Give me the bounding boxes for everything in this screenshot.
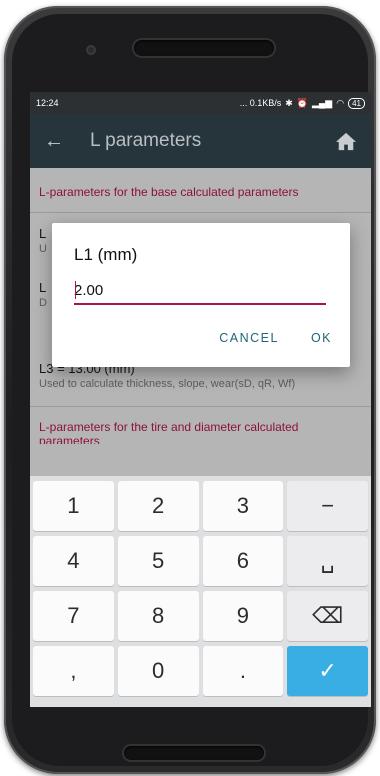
key-backspace[interactable]: ⌫ xyxy=(287,591,368,641)
dialog-actions: CANCEL OK xyxy=(219,331,332,345)
numeric-keyboard: 1 2 3 − 4 5 6 ␣ 7 8 9 ⌫ , 0 . ✓ xyxy=(30,476,371,707)
key-0[interactable]: 0 xyxy=(117,646,199,696)
key-5[interactable]: 5 xyxy=(117,536,199,586)
divider xyxy=(30,406,371,407)
key-comma[interactable]: , xyxy=(33,646,114,696)
arrow-back-icon[interactable]: ← xyxy=(44,130,84,153)
front-camera xyxy=(86,45,96,55)
bottom-speaker xyxy=(124,746,264,760)
key-4[interactable]: 4 xyxy=(33,536,114,586)
ok-button[interactable]: OK xyxy=(311,331,332,345)
bluetooth-icon: ✱ xyxy=(285,97,293,108)
home-icon[interactable] xyxy=(335,131,357,151)
key-1[interactable]: 1 xyxy=(33,481,114,531)
signal-icon: ▂▄▆ xyxy=(312,97,333,108)
text-cursor xyxy=(75,281,76,299)
key-minus[interactable]: − xyxy=(287,481,368,531)
key-period[interactable]: . xyxy=(202,646,284,696)
key-space[interactable]: ␣ xyxy=(287,536,368,586)
status-icons: ... 0.1KB/s ✱ ⏰ ▂▄▆ ◠ 41 xyxy=(239,97,365,109)
network-speed: ... 0.1KB/s xyxy=(239,98,282,108)
status-time: 12:24 xyxy=(36,98,59,108)
earpiece-speaker xyxy=(134,40,274,56)
page-title: L parameters xyxy=(90,130,202,151)
edit-dialog: L1 (mm) CANCEL OK xyxy=(52,223,350,367)
key-6[interactable]: 6 xyxy=(202,536,284,586)
key-7[interactable]: 7 xyxy=(33,591,114,641)
section-header-tire: L-parameters for the tire and diameter c… xyxy=(39,420,299,444)
phone-frame: 12:24 ... 0.1KB/s ✱ ⏰ ▂▄▆ ◠ 41 ← L param… xyxy=(4,6,376,774)
key-3[interactable]: 3 xyxy=(202,481,284,531)
key-2[interactable]: 2 xyxy=(117,481,199,531)
app-bar: ← L parameters xyxy=(30,114,371,168)
alarm-icon: ⏰ xyxy=(296,97,308,108)
value-input[interactable] xyxy=(74,279,326,305)
dialog-title: L1 (mm) xyxy=(74,245,138,264)
screen: 12:24 ... 0.1KB/s ✱ ⏰ ▂▄▆ ◠ 41 ← L param… xyxy=(30,92,371,707)
divider xyxy=(30,212,371,213)
param-desc: Used to calculate thickness, slope, wear… xyxy=(39,378,296,390)
key-8[interactable]: 8 xyxy=(117,591,199,641)
status-bar: 12:24 ... 0.1KB/s ✱ ⏰ ▂▄▆ ◠ 41 xyxy=(30,92,371,114)
wifi-icon: ◠ xyxy=(336,97,345,108)
section-header-base: L-parameters for the base calculated par… xyxy=(39,185,299,199)
battery-icon: 41 xyxy=(348,97,365,109)
cancel-button[interactable]: CANCEL xyxy=(219,331,279,345)
key-done[interactable]: ✓ xyxy=(287,646,368,696)
key-9[interactable]: 9 xyxy=(202,591,284,641)
